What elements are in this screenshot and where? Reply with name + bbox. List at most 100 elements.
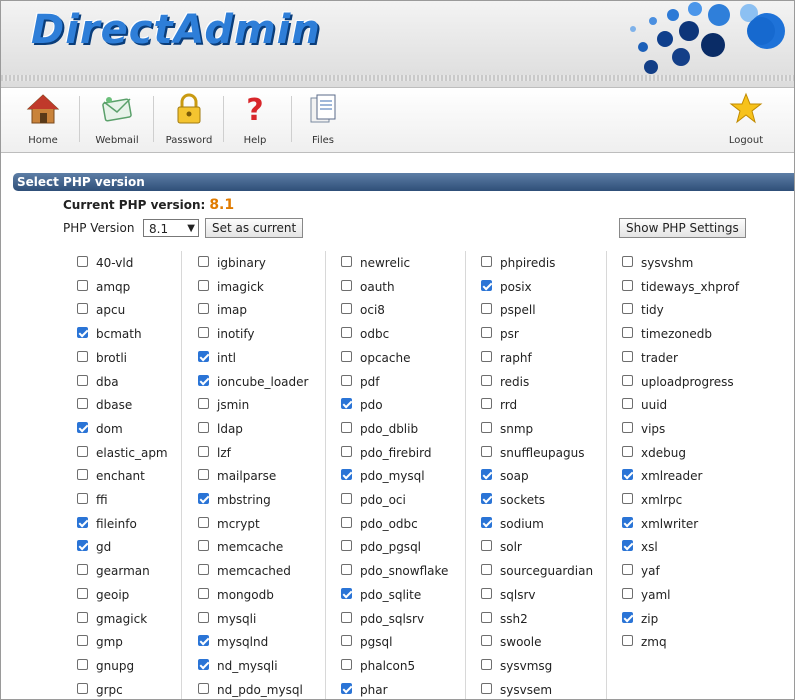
extension-checkbox[interactable] [77,517,88,528]
extension-checkbox[interactable] [198,446,209,457]
php-version-select[interactable]: 8.1 ▼ [143,219,199,237]
extension-checkbox[interactable] [198,303,209,314]
extension-checkbox[interactable] [341,398,352,409]
extension-checkbox[interactable] [77,493,88,504]
extension-checkbox[interactable] [622,303,633,314]
extension-checkbox[interactable] [622,588,633,599]
extension-checkbox[interactable] [622,493,633,504]
extension-checkbox[interactable] [481,280,492,291]
extension-checkbox[interactable] [198,469,209,480]
extension-checkbox[interactable] [481,351,492,362]
extension-checkbox[interactable] [341,469,352,480]
extension-checkbox[interactable] [481,493,492,504]
extension-checkbox[interactable] [77,540,88,551]
extension-checkbox[interactable] [77,635,88,646]
extension-checkbox[interactable] [481,327,492,338]
toolbar-help-button[interactable]: ? Help [233,88,277,152]
extension-checkbox[interactable] [622,422,633,433]
extension-checkbox[interactable] [341,683,352,694]
extension-checkbox[interactable] [481,303,492,314]
extension-checkbox[interactable] [481,683,492,694]
extension-checkbox[interactable] [341,446,352,457]
extension-checkbox[interactable] [341,422,352,433]
extension-checkbox[interactable] [77,375,88,386]
extension-checkbox[interactable] [77,303,88,314]
extension-checkbox[interactable] [77,327,88,338]
extension-checkbox[interactable] [622,280,633,291]
toolbar-webmail-button[interactable]: Webmail [89,88,145,152]
extension-checkbox[interactable] [341,256,352,267]
extension-checkbox[interactable] [341,351,352,362]
extension-checkbox[interactable] [77,256,88,267]
extension-checkbox[interactable] [341,327,352,338]
extension-checkbox[interactable] [481,588,492,599]
extension-checkbox[interactable] [622,564,633,575]
extension-checkbox[interactable] [341,517,352,528]
extension-checkbox[interactable] [622,517,633,528]
toolbar-password-button[interactable]: Password [161,88,217,152]
extension-checkbox[interactable] [77,469,88,480]
extension-checkbox[interactable] [341,588,352,599]
extension-checkbox[interactable] [341,564,352,575]
extension-checkbox[interactable] [481,659,492,670]
extension-checkbox[interactable] [481,612,492,623]
extension-checkbox[interactable] [341,280,352,291]
extension-checkbox[interactable] [198,517,209,528]
extension-checkbox[interactable] [481,375,492,386]
extension-checkbox[interactable] [198,493,209,504]
extension-checkbox[interactable] [481,469,492,480]
extension-checkbox[interactable] [77,280,88,291]
extension-checkbox[interactable] [341,375,352,386]
extension-checkbox[interactable] [77,659,88,670]
extension-checkbox[interactable] [341,612,352,623]
extension-checkbox[interactable] [481,422,492,433]
extension-checkbox[interactable] [341,635,352,646]
extension-checkbox[interactable] [622,469,633,480]
extension-checkbox[interactable] [622,446,633,457]
extension-checkbox[interactable] [622,351,633,362]
extension-checkbox[interactable] [198,327,209,338]
set-as-current-button[interactable]: Set as current [205,218,304,238]
extension-checkbox[interactable] [198,351,209,362]
extension-checkbox[interactable] [622,635,633,646]
toolbar-home-button[interactable]: Home [21,88,65,152]
extension-checkbox[interactable] [198,375,209,386]
extension-checkbox[interactable] [198,683,209,694]
extension-checkbox[interactable] [198,564,209,575]
extension-checkbox[interactable] [77,588,88,599]
extension-checkbox[interactable] [622,540,633,551]
extension-checkbox[interactable] [481,540,492,551]
extension-checkbox[interactable] [481,564,492,575]
extension-checkbox[interactable] [77,446,88,457]
extension-checkbox[interactable] [198,612,209,623]
extension-checkbox[interactable] [77,351,88,362]
extension-checkbox[interactable] [341,493,352,504]
extension-checkbox[interactable] [481,256,492,267]
extension-checkbox[interactable] [622,327,633,338]
extension-checkbox[interactable] [77,422,88,433]
extension-checkbox[interactable] [77,683,88,694]
extension-checkbox[interactable] [198,280,209,291]
toolbar-files-button[interactable]: Files [301,88,345,152]
show-php-settings-button[interactable]: Show PHP Settings [619,218,746,238]
extension-checkbox[interactable] [198,256,209,267]
extension-checkbox[interactable] [77,564,88,575]
extension-checkbox[interactable] [198,540,209,551]
extension-checkbox[interactable] [481,635,492,646]
extension-checkbox[interactable] [622,256,633,267]
extension-checkbox[interactable] [198,588,209,599]
extension-checkbox[interactable] [622,612,633,623]
extension-checkbox[interactable] [341,659,352,670]
extension-checkbox[interactable] [341,303,352,314]
extension-checkbox[interactable] [622,375,633,386]
extension-checkbox[interactable] [481,446,492,457]
extension-checkbox[interactable] [198,659,209,670]
extension-checkbox[interactable] [481,517,492,528]
extension-checkbox[interactable] [481,398,492,409]
extension-checkbox[interactable] [198,422,209,433]
toolbar-logout-button[interactable]: Logout [721,88,771,152]
extension-checkbox[interactable] [622,398,633,409]
extension-checkbox[interactable] [77,612,88,623]
extension-checkbox[interactable] [198,635,209,646]
extension-checkbox[interactable] [77,398,88,409]
